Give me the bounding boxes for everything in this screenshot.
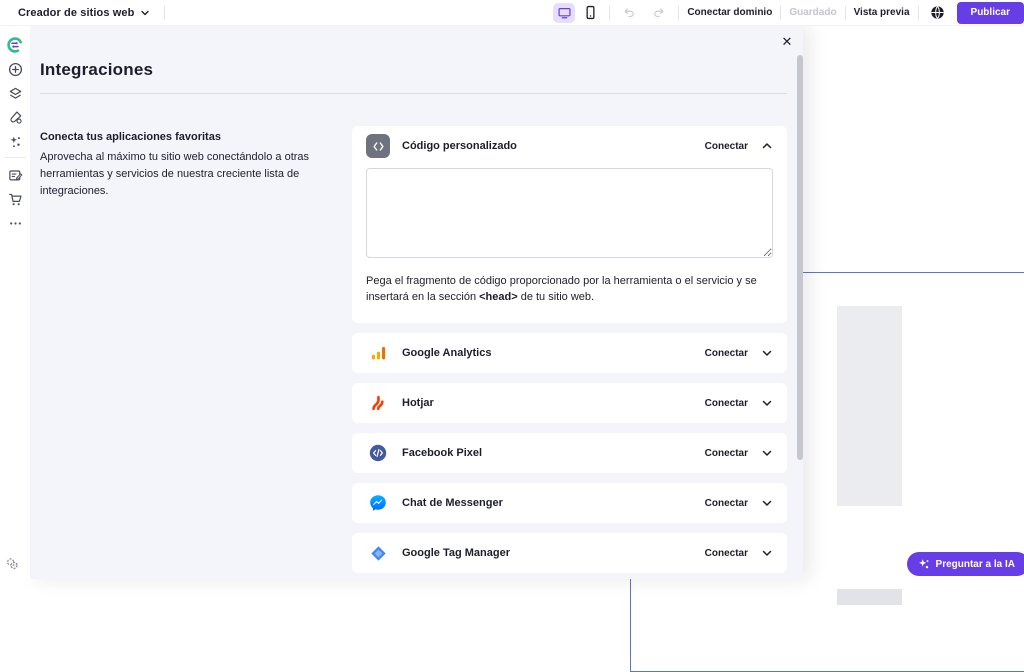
google-tag-manager-header[interactable]: Google Tag Manager Conectar [352, 533, 787, 573]
sidebar-item-sections[interactable] [3, 81, 27, 105]
head-tag-label: <head> [479, 291, 518, 303]
sidebar-divider [4, 157, 26, 158]
connect-button[interactable]: Conectar [705, 548, 748, 559]
topbar: Creador de sitios web [0, 0, 1024, 26]
add-circle-icon [8, 62, 23, 77]
integration-card-custom-code: Código personalizado Conectar Pega el fr… [352, 126, 787, 323]
publish-button[interactable]: Publicar [957, 2, 1024, 24]
saved-status: Guardado [789, 7, 836, 18]
messenger-icon [366, 491, 390, 515]
chevron-down-icon[interactable] [761, 447, 773, 459]
custom-code-icon [366, 134, 390, 158]
facebook-pixel-header[interactable]: Facebook Pixel Conectar [352, 433, 787, 473]
integration-name: Código personalizado [402, 140, 517, 152]
integration-card-facebook-pixel: Facebook Pixel Conectar [352, 433, 787, 473]
desktop-view-button[interactable] [553, 3, 575, 23]
undo-icon [622, 6, 636, 19]
divider [780, 6, 781, 20]
integration-card-messenger-chat: Chat de Messenger Conectar [352, 483, 787, 523]
custom-code-help: Pega el fragmento de código proporcionad… [366, 273, 773, 305]
connect-button[interactable]: Conectar [705, 498, 748, 509]
connect-domain-button[interactable]: Conectar dominio [687, 7, 772, 18]
integration-name: Facebook Pixel [402, 447, 482, 459]
sidebar-item-ai-tools[interactable] [3, 129, 27, 153]
divider [918, 6, 919, 20]
connect-button[interactable]: Conectar [705, 141, 748, 152]
modal-scrollbar[interactable] [797, 55, 803, 460]
sparkles-icon [917, 557, 931, 571]
integration-name: Google Analytics [402, 347, 491, 359]
chevron-down-icon [140, 8, 150, 18]
undo-button[interactable] [618, 3, 640, 23]
intro-text-block: Conecta tus aplicaciones favoritas Aprov… [40, 126, 340, 200]
intro-heading: Conecta tus aplicaciones favoritas [40, 131, 340, 143]
connect-button[interactable]: Conectar [705, 348, 748, 359]
intro-body: Aprovecha al máximo tu sitio web conectá… [40, 149, 340, 200]
mobile-icon [584, 5, 597, 20]
form-edit-icon [8, 168, 23, 183]
design-brush-icon [8, 110, 23, 125]
facebook-pixel-icon [366, 441, 390, 465]
sidebar-item-add-element[interactable] [3, 57, 27, 81]
chevron-down-icon[interactable] [761, 497, 773, 509]
integration-card-hotjar: Hotjar Conectar [352, 383, 787, 423]
divider [609, 6, 610, 20]
ask-ai-label: Preguntar a la IA [936, 559, 1015, 570]
google-analytics-header[interactable]: Google Analytics Conectar [352, 333, 787, 373]
hotjar-header[interactable]: Hotjar Conectar [352, 383, 787, 423]
close-icon[interactable]: ✕ [778, 33, 796, 51]
integration-name: Google Tag Manager [402, 547, 510, 559]
desktop-icon [557, 6, 572, 20]
cookie-icon [4, 555, 21, 572]
ask-ai-button[interactable]: Preguntar a la IA [907, 552, 1024, 576]
chevron-down-icon[interactable] [761, 347, 773, 359]
cart-icon [8, 192, 23, 207]
divider [164, 6, 165, 20]
modal-title: Integraciones [40, 60, 803, 80]
sidebar-item-design[interactable] [3, 105, 27, 129]
image-placeholder [837, 306, 902, 506]
preview-button[interactable]: Vista previa [854, 7, 910, 18]
integrations-list: Código personalizado Conectar Pega el fr… [352, 126, 787, 573]
integration-name: Hotjar [402, 397, 434, 409]
hotjar-icon [366, 391, 390, 415]
divider [845, 6, 846, 20]
builder-logo-icon [6, 36, 24, 54]
sparkles-icon [8, 134, 23, 149]
builder-logo[interactable] [3, 33, 27, 57]
app-title[interactable]: Creador de sitios web [18, 7, 134, 19]
connect-button[interactable]: Conectar [705, 448, 748, 459]
chevron-up-icon[interactable] [761, 140, 773, 152]
redo-button[interactable] [648, 3, 670, 23]
integration-name: Chat de Messenger [402, 497, 503, 509]
chevron-down-icon[interactable] [761, 547, 773, 559]
integrations-modal: ✕ Integraciones Conecta tus aplicaciones… [30, 26, 803, 579]
integration-card-google-tag-manager: Google Tag Manager Conectar [352, 533, 787, 573]
chevron-down-icon[interactable] [761, 397, 773, 409]
sidebar-item-more[interactable] [3, 211, 27, 235]
image-placeholder [837, 589, 902, 605]
divider [678, 6, 679, 20]
redo-icon [652, 6, 666, 19]
google-analytics-icon [366, 341, 390, 365]
custom-code-panel: Pega el fragmento de código proporcionad… [352, 166, 787, 323]
layers-icon [8, 86, 23, 101]
mobile-view-button[interactable] [579, 3, 601, 23]
integration-card-google-analytics: Google Analytics Conectar [352, 333, 787, 373]
messenger-chat-header[interactable]: Chat de Messenger Conectar [352, 483, 787, 523]
custom-code-header[interactable]: Código personalizado Conectar [352, 126, 787, 166]
sidebar-item-forms[interactable] [3, 163, 27, 187]
sidebar-item-store[interactable] [3, 187, 27, 211]
globe-icon [930, 5, 945, 20]
custom-code-textarea[interactable] [366, 168, 773, 258]
google-tag-manager-icon [366, 541, 390, 565]
more-dots-icon [8, 216, 23, 231]
language-globe-button[interactable] [927, 3, 949, 23]
cookie-settings-button[interactable] [4, 554, 22, 572]
connect-button[interactable]: Conectar [705, 398, 748, 409]
builder-sidebar [0, 26, 30, 579]
